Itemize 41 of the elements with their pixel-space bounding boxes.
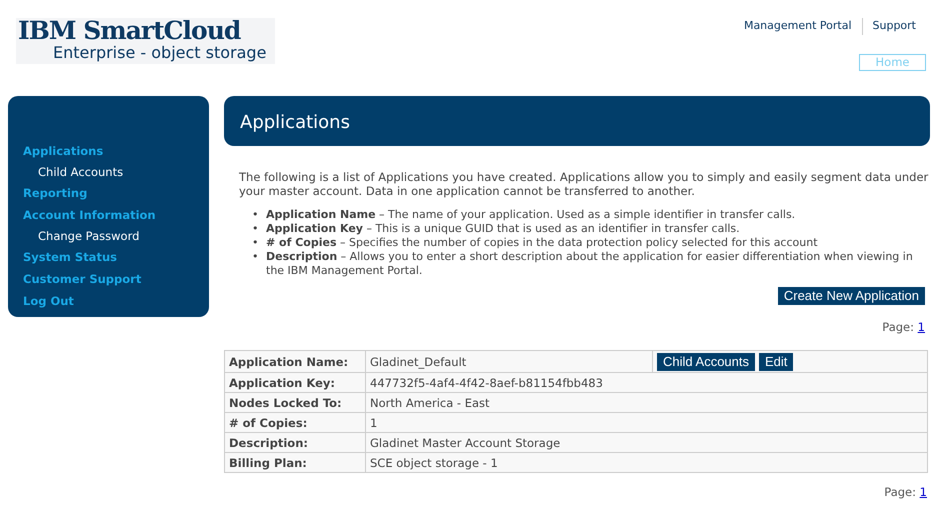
sidebar-item[interactable]: System Status — [23, 246, 209, 268]
top-link[interactable]: Management Portal — [734, 18, 862, 34]
sidebar-item[interactable]: Child Accounts — [23, 162, 209, 182]
field-value: North America - East — [366, 392, 928, 413]
page-label: Page: — [884, 485, 918, 500]
action-button[interactable]: Edit — [759, 353, 794, 372]
bullet-marker: • — [252, 208, 260, 222]
bullet-text: Application Key – This is a unique GUID that is used as an identifier in transfer calls. — [266, 222, 740, 236]
field-label: Billing Plan: — [224, 452, 366, 473]
bullet-marker: • — [252, 236, 260, 250]
logo-subtitle: Enterprise - object storage — [52, 44, 268, 62]
field-value: 447732f5-4af4-4f42-8aef-b81154fbb483 — [366, 372, 928, 393]
field-value: 1 — [366, 412, 928, 433]
sidebar-item[interactable]: Reporting — [23, 182, 209, 204]
bullet-text: Application Name – The name of your application. Used as a simple identifier in transfer calls. — [266, 208, 796, 222]
logo-title: IBM SmartCloud — [18, 18, 242, 44]
bullet-marker: • — [252, 250, 260, 265]
field-label: # of Copies: — [224, 412, 366, 433]
field-label: Application Key: — [224, 372, 366, 393]
bullet-text: # of Copies – Specifies the number of copies in the data protection policy selected for this account — [266, 236, 818, 250]
field-value: Gladinet Master Account Storage — [366, 432, 928, 453]
action-button[interactable]: Child Accounts — [657, 353, 755, 372]
field-label: Description: — [224, 432, 366, 453]
sidebar-item[interactable]: Change Password — [23, 226, 209, 246]
field-value: Gladinet_Default — [366, 350, 652, 373]
sidebar-item[interactable]: Applications — [23, 140, 209, 162]
bullet-marker: • — [252, 222, 260, 236]
sidebar-item[interactable]: Log Out — [23, 290, 209, 312]
bullet-text: Description – Allows you to enter a short description about the application for easier differentiation when viewing in the IBM Management Portal. — [266, 250, 914, 278]
sidebar-item[interactable]: Account Information — [23, 204, 209, 226]
field-label: Nodes Locked To: — [224, 392, 366, 413]
create-new-application-button[interactable]: Create New Application — [778, 287, 925, 305]
intro-text: The following is a list of Applications you have created. Applications allow you to simply and easily segment data under your master account. Data in one application cannot be transferred to another. — [239, 170, 930, 198]
field-value: SCE object storage - 1 — [366, 452, 928, 473]
page-title: Applications — [224, 96, 930, 146]
sidebar-item[interactable]: Customer Support — [23, 268, 209, 290]
page-link[interactable]: 1 — [918, 320, 925, 334]
page-label: Page: — [882, 320, 916, 334]
page-link[interactable]: 1 — [920, 485, 927, 500]
field-label: Application Name: — [224, 350, 366, 373]
top-link[interactable]: Support — [862, 18, 926, 34]
